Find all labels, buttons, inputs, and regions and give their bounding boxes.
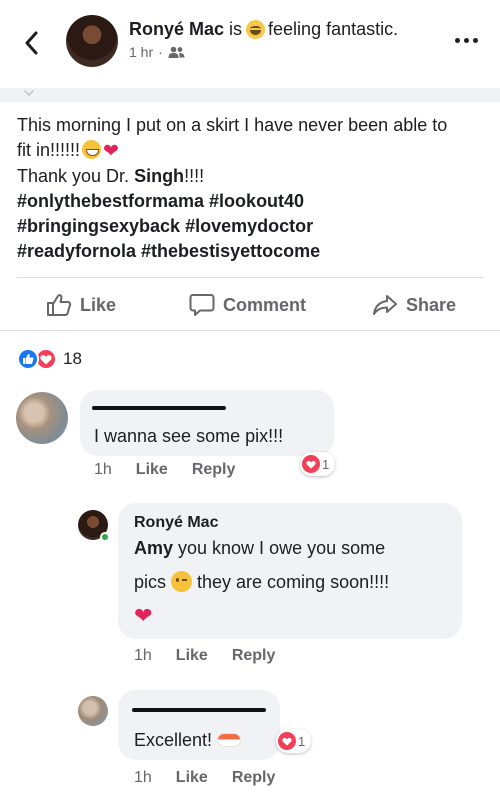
feeling-text: feeling fantastic. (268, 19, 399, 39)
comment-text-line: Excellent! (134, 730, 242, 751)
grinning-emoji-icon (82, 140, 102, 159)
speech-bubble-icon (189, 294, 215, 316)
post-meta: 1 hr · (129, 44, 185, 60)
comment-time: 1h (94, 461, 112, 478)
laughing-emoji-icon (246, 20, 266, 39)
more-horizontal-icon (473, 38, 478, 43)
comment-reaction-badge[interactable]: 1 (276, 729, 312, 753)
friends-icon (168, 46, 185, 58)
reaction-count: 18 (63, 349, 82, 368)
like-reaction-icon (17, 348, 39, 370)
thumbs-up-icon (47, 294, 72, 316)
author-name[interactable]: Ronyé Mac (129, 19, 224, 40)
reply-time: 1h (134, 647, 152, 664)
mention-amy[interactable]: Amy (134, 538, 173, 558)
more-options-button[interactable] (455, 38, 478, 43)
post-body: This morning I put on a skirt I have nev… (17, 113, 487, 264)
comment-reaction-count: 1 (322, 456, 330, 472)
post-line: fit in!!!!!! ❤ (17, 138, 487, 164)
love-reaction-icon (302, 455, 320, 473)
comment-reaction-badge[interactable]: 1 (300, 452, 336, 476)
like-label: Like (80, 294, 117, 315)
post-line-text: fit in!!!!!! (17, 140, 81, 160)
more-horizontal-icon (455, 38, 460, 43)
share-arrow-icon (373, 295, 397, 315)
reaction-summary[interactable]: 18 (17, 348, 82, 370)
comment-text: Excellent! (134, 730, 218, 750)
share-label: Share (406, 294, 457, 315)
comment-like-link[interactable]: Like (176, 769, 208, 787)
reply-like-link[interactable]: Like (176, 647, 208, 665)
more-horizontal-icon (464, 38, 469, 43)
author-avatar[interactable] (66, 15, 118, 67)
comment-meta: 1h Like Reply (134, 769, 275, 787)
chevron-left-icon (25, 31, 38, 55)
back-button[interactable] (18, 28, 44, 58)
reply-text: they are coming soon!!!! (192, 572, 390, 592)
commenter-avatar[interactable] (78, 696, 108, 726)
hashtag-line[interactable]: #readyfornola #thebestisyettocome (17, 239, 487, 264)
redacted-author-name (132, 708, 266, 712)
divider (0, 330, 500, 331)
meta-separator: · (158, 44, 163, 60)
share-button[interactable]: Share (372, 293, 456, 317)
comment-time: 1h (134, 769, 152, 786)
sushi-emoji-icon (217, 733, 242, 747)
commenter-avatar[interactable] (16, 392, 68, 444)
comment-button[interactable]: Comment (189, 293, 306, 317)
header-divider (0, 88, 500, 102)
comment-text: I wanna see some pix!!! (94, 426, 284, 446)
like-button[interactable]: Like (46, 293, 116, 317)
hashtag-line[interactable]: #bringingsexyback #lovemydoctor (17, 214, 487, 239)
post-actions: Like Comment Share (0, 285, 500, 325)
comment-label: Comment (223, 294, 307, 315)
winking-emoji-icon (171, 571, 193, 592)
comment-reply-link[interactable]: Reply (192, 461, 236, 479)
post-time[interactable]: 1 hr (129, 44, 153, 60)
hashtag-line[interactable]: #onlythebestformama #lookout40 (17, 189, 487, 214)
redacted-author-name (92, 406, 226, 410)
divider (17, 277, 483, 278)
post-line: Thank you Dr. Singh!!!! (17, 164, 487, 189)
mention-doctor[interactable]: Singh (134, 166, 184, 186)
comment-like-link[interactable]: Like (136, 461, 168, 479)
online-status-dot (100, 532, 110, 542)
comment-meta: 1h Like Reply (94, 461, 235, 479)
post-line-text: !!!! (184, 166, 205, 186)
reply-text: pics (134, 572, 172, 592)
love-reaction-icon (278, 732, 296, 750)
reply-text-line: Amy you know I owe you some (134, 538, 385, 559)
reply-text: you know I owe you some (173, 538, 386, 558)
reply-text-line: pics they are coming soon!!!! (134, 571, 389, 593)
post-line: This morning I put on a skirt I have nev… (17, 115, 448, 135)
comment-reaction-count: 1 (298, 733, 306, 749)
reply-meta: 1h Like Reply (134, 647, 275, 665)
is-text: is (229, 19, 243, 39)
reply-reply-link[interactable]: Reply (232, 647, 276, 665)
reply-author-name[interactable]: Ronyé Mac (134, 514, 218, 532)
author-line: Ronyé Mac is feeling fantastic. (129, 19, 398, 40)
post-line-text: Thank you Dr. (17, 166, 135, 186)
post-header: Ronyé Mac is feeling fantastic. 1 hr · (0, 0, 500, 88)
heart-emoji-icon: ❤ (103, 141, 119, 162)
heart-emoji-icon: ❤ (134, 603, 153, 628)
comment-reply-link[interactable]: Reply (232, 769, 276, 787)
